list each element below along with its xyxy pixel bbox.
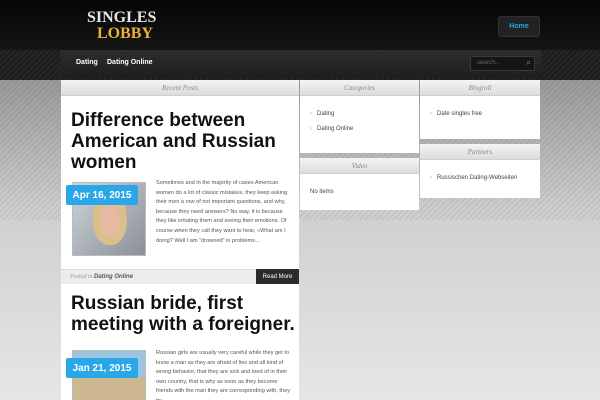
main-nav: Dating Dating Online search... ⌕	[60, 50, 541, 78]
post-excerpt: Russian girls are usually very careful w…	[156, 350, 291, 400]
partner-label: Russischen Dating-Webseiten	[437, 175, 518, 181]
posted-in-label: Posted in	[70, 274, 93, 280]
partners-widget: Partners › Russischen Dating-Webseiten	[420, 144, 540, 198]
blogroll-label: Date singles free	[437, 111, 483, 117]
bullet-icon: ›	[430, 111, 432, 117]
video-widget: Video No items	[300, 158, 419, 210]
logo-line-2: LOBBY	[97, 25, 154, 42]
main-column: Recent Posts Difference between American…	[61, 80, 299, 400]
category-item[interactable]: › Dating	[310, 111, 334, 117]
bullet-icon: ›	[310, 126, 312, 132]
site-logo[interactable]: SINGLES LOBBY	[87, 8, 156, 44]
post-category-link[interactable]: Dating Online	[94, 274, 133, 280]
search-placeholder: search...	[477, 60, 501, 66]
category-label: Dating Online	[317, 126, 354, 132]
nav-wrapper: Dating Dating Online search... ⌕	[0, 50, 600, 80]
search-icon[interactable]: ⌕	[527, 58, 531, 68]
video-heading: Video	[300, 158, 419, 174]
category-item[interactable]: › Dating Online	[310, 126, 353, 132]
post-meta: Posted in Dating Online	[70, 274, 133, 280]
partners-heading: Partners	[420, 144, 540, 160]
search-input[interactable]: search... ⌕	[470, 56, 535, 71]
site-header: SINGLES LOBBY Home	[0, 0, 600, 50]
post-excerpt: Sometimes and in the majority of cases A…	[156, 180, 288, 244]
post-date-badge: Apr 16, 2015	[66, 185, 138, 205]
home-button[interactable]: Home	[498, 16, 540, 37]
post-date-badge: Jan 21, 2015	[66, 358, 138, 378]
partner-item[interactable]: › Russischen Dating-Webseiten	[430, 175, 517, 181]
recent-posts-heading: Recent Posts	[61, 80, 299, 96]
categories-heading: Categories	[300, 80, 419, 96]
nav-item-dating[interactable]: Dating	[76, 59, 98, 66]
bullet-icon: ›	[310, 111, 312, 117]
nav-item-dating-online[interactable]: Dating Online	[107, 59, 153, 66]
post-title[interactable]: Difference between American and Russian …	[71, 110, 296, 173]
video-empty-text: No items	[310, 189, 334, 195]
blogroll-item[interactable]: › Date singles free	[430, 111, 482, 117]
read-more-button[interactable]: Read More	[256, 269, 299, 284]
categories-widget: Categories › Dating › Dating Online	[300, 80, 419, 153]
logo-line-1: SINGLES	[87, 9, 157, 26]
blogroll-heading: Blogroll	[420, 80, 540, 96]
post-title[interactable]: Russian bride, first meeting with a fore…	[71, 293, 296, 335]
category-label: Dating	[317, 111, 335, 117]
blogroll-widget: Blogroll › Date singles free	[420, 80, 540, 139]
bullet-icon: ›	[430, 175, 432, 181]
